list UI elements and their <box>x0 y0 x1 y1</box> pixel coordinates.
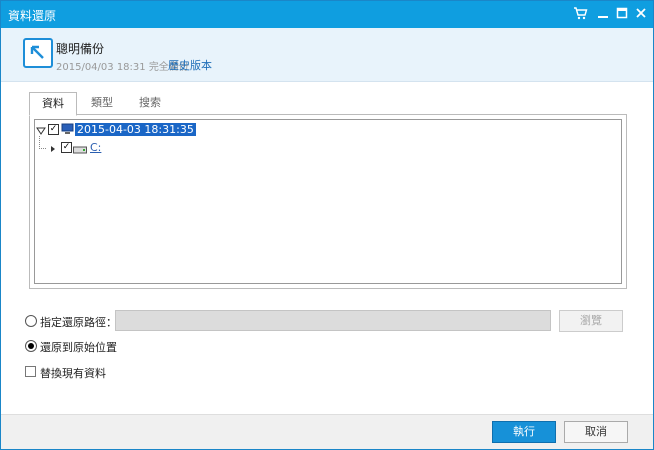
window-title: 資料還原 <box>8 9 57 23</box>
restore-path-input <box>115 310 551 331</box>
maximize-icon[interactable] <box>614 5 630 21</box>
close-icon[interactable] <box>633 5 649 21</box>
drive-icon <box>73 144 87 157</box>
history-version-link[interactable]: 歷史版本 <box>168 57 212 73</box>
tab-data[interactable]: 資料 <box>29 92 77 116</box>
replace-existing-label[interactable]: 替換現有資料 <box>40 365 106 381</box>
replace-existing-checkbox[interactable] <box>25 366 36 377</box>
footer-bar: 執行 取消 <box>1 414 653 449</box>
root-checkbox[interactable]: ✓ <box>48 124 59 135</box>
specify-path-radio[interactable] <box>25 315 37 327</box>
browse-button: 瀏覽 <box>559 310 623 332</box>
minimize-icon[interactable] <box>595 5 611 21</box>
original-location-radio[interactable] <box>25 340 37 352</box>
tab-type[interactable]: 類型 <box>79 92 125 114</box>
title-bar[interactable]: 資料還原 <box>1 1 653 28</box>
specify-path-label[interactable]: 指定還原路徑： <box>40 314 117 330</box>
tree-panel: ✓ 2015-04-03 18:31:35 ✓ C: <box>29 114 627 289</box>
restore-arrow-icon <box>23 38 53 68</box>
tree-connector <box>39 136 46 149</box>
cancel-button[interactable]: 取消 <box>564 421 628 443</box>
drive-checkbox[interactable]: ✓ <box>61 142 72 153</box>
file-tree[interactable]: ✓ 2015-04-03 18:31:35 ✓ C: <box>34 119 622 284</box>
computer-icon <box>61 123 74 138</box>
collapsed-arrow-icon[interactable] <box>50 143 56 156</box>
backup-info-header: 聰明備份 2015/04/03 18:31 完全備份 歷史版本 <box>1 28 653 82</box>
backup-name: 聰明備份 <box>56 42 105 56</box>
run-button[interactable]: 執行 <box>492 421 556 443</box>
cart-icon[interactable] <box>572 5 588 21</box>
original-location-label[interactable]: 還原到原始位置 <box>40 339 117 355</box>
restore-window: 資料還原 聰明備份 2015/04/03 18:31 完全備份 歷史版本 資料 … <box>0 0 654 450</box>
tab-search[interactable]: 搜索 <box>127 92 173 114</box>
tree-drive-label[interactable]: C: <box>90 141 101 154</box>
tree-root-label[interactable]: 2015-04-03 18:31:35 <box>75 123 196 136</box>
